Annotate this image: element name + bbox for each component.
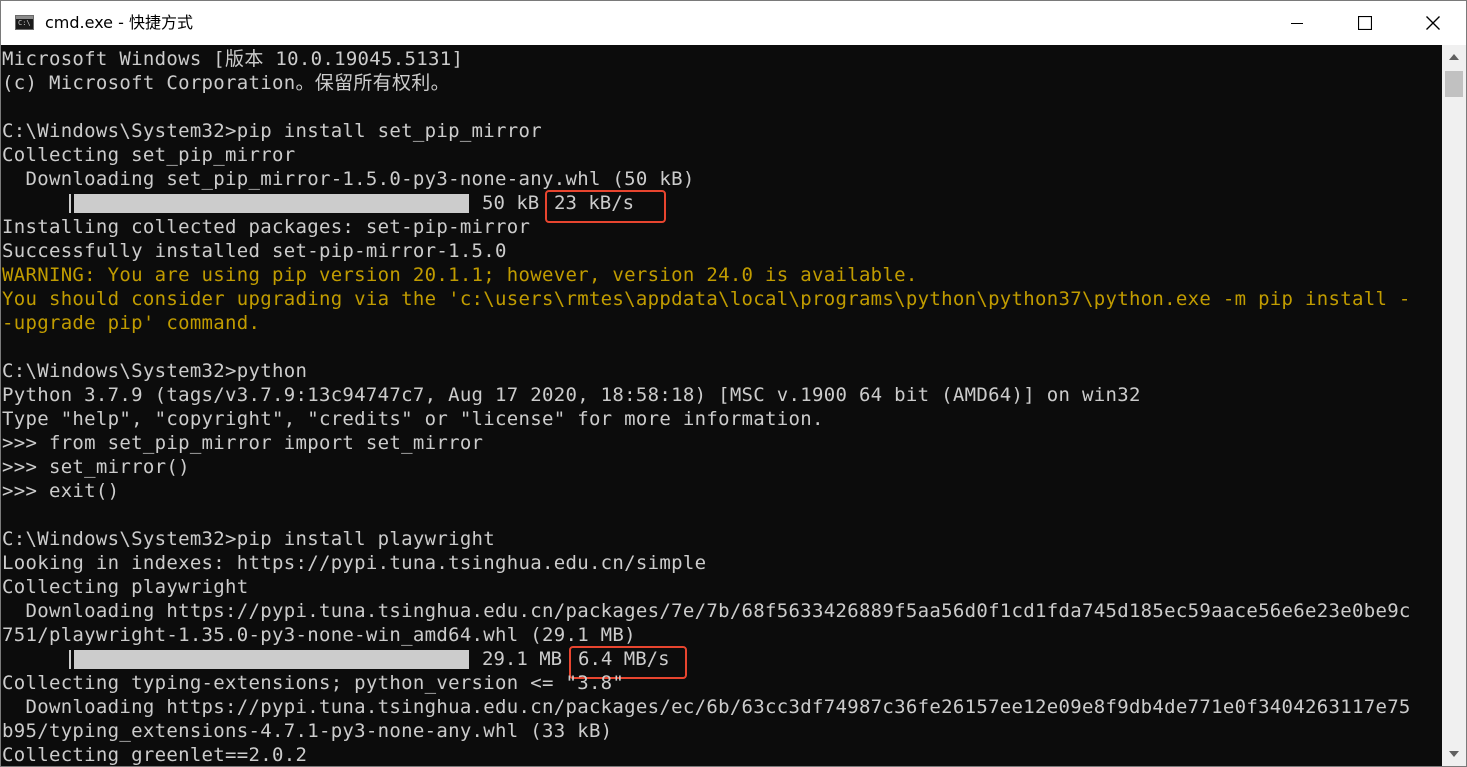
console-output[interactable]: Microsoft Windows [版本 10.0.19045.5131] (… <box>1 45 1442 766</box>
title-bar[interactable]: cmd.exe - 快捷方式 <box>1 1 1466 45</box>
cmd-icon[interactable] <box>15 15 34 30</box>
console-line: Downloading https://pypi.tuna.tsinghua.e… <box>2 600 1411 622</box>
cmd-window: cmd.exe - 快捷方式 Microsoft Windows [版本 10.… <box>0 0 1467 767</box>
console-line: (c) Microsoft Corporation。保留所有权利。 <box>2 72 450 94</box>
scroll-thumb[interactable] <box>1445 71 1463 97</box>
console-line: b95/typing_extensions-4.7.1-py3-none-any… <box>2 720 613 742</box>
progress-bar <box>74 650 469 669</box>
arrow-up-icon <box>1449 54 1459 60</box>
console-line: 751/playwright-1.35.0-py3-none-win_amd64… <box>2 624 636 646</box>
close-icon <box>1426 16 1440 30</box>
console-line: >>> set_mirror() <box>2 456 190 478</box>
scroll-down-button[interactable] <box>1442 742 1466 766</box>
console-line: Collecting playwright <box>2 576 249 598</box>
maximize-icon <box>1358 16 1372 30</box>
arrow-down-icon <box>1449 751 1459 757</box>
vertical-scrollbar[interactable] <box>1442 45 1466 766</box>
progress-size: 50 kB <box>482 192 540 214</box>
progress-bar <box>74 194 469 213</box>
minimize-icon <box>1291 23 1303 24</box>
progress-separator <box>69 194 71 213</box>
maximize-button[interactable] <box>1331 1 1399 45</box>
console-line: C:\Windows\System32>pip install set_pip_… <box>2 120 542 142</box>
scroll-up-button[interactable] <box>1442 45 1466 69</box>
progress-size: 29.1 MB <box>482 648 563 670</box>
console-line: Looking in indexes: https://pypi.tuna.ts… <box>2 552 707 574</box>
console-line: Collecting greenlet==2.0.2 <box>2 744 308 766</box>
console-line: >>> exit() <box>2 480 120 502</box>
console-line: C:\Windows\System32>python <box>2 360 308 382</box>
console-line: Collecting typing-extensions; python_ver… <box>2 672 625 694</box>
console-line: Microsoft Windows [版本 10.0.19045.5131] <box>2 48 464 70</box>
warning-line: WARNING: You are using pip version 20.1.… <box>2 264 918 286</box>
speed-highlight-box <box>545 190 666 223</box>
console-line: Type "help", "copyright", "credits" or "… <box>2 408 824 430</box>
console-line: >>> from set_pip_mirror import set_mirro… <box>2 432 484 454</box>
console-line: Downloading set_pip_mirror-1.5.0-py3-non… <box>2 168 695 190</box>
console-line: Successfully installed set-pip-mirror-1.… <box>2 240 507 262</box>
console-line: Downloading https://pypi.tuna.tsinghua.e… <box>2 696 1411 718</box>
console-line: C:\Windows\System32>pip install playwrig… <box>2 528 496 550</box>
close-button[interactable] <box>1399 1 1466 45</box>
console-line: Installing collected packages: set-pip-m… <box>2 216 531 238</box>
console-line: Python 3.7.9 (tags/v3.7.9:13c94747c7, Au… <box>2 384 1141 406</box>
window-title: cmd.exe - 快捷方式 <box>45 13 193 32</box>
minimize-button[interactable] <box>1263 1 1331 45</box>
warning-line: -upgrade pip' command. <box>2 312 261 334</box>
console-line: Collecting set_pip_mirror <box>2 144 296 166</box>
progress-separator <box>69 650 71 669</box>
warning-line: You should consider upgrading via the 'c… <box>2 288 1411 310</box>
